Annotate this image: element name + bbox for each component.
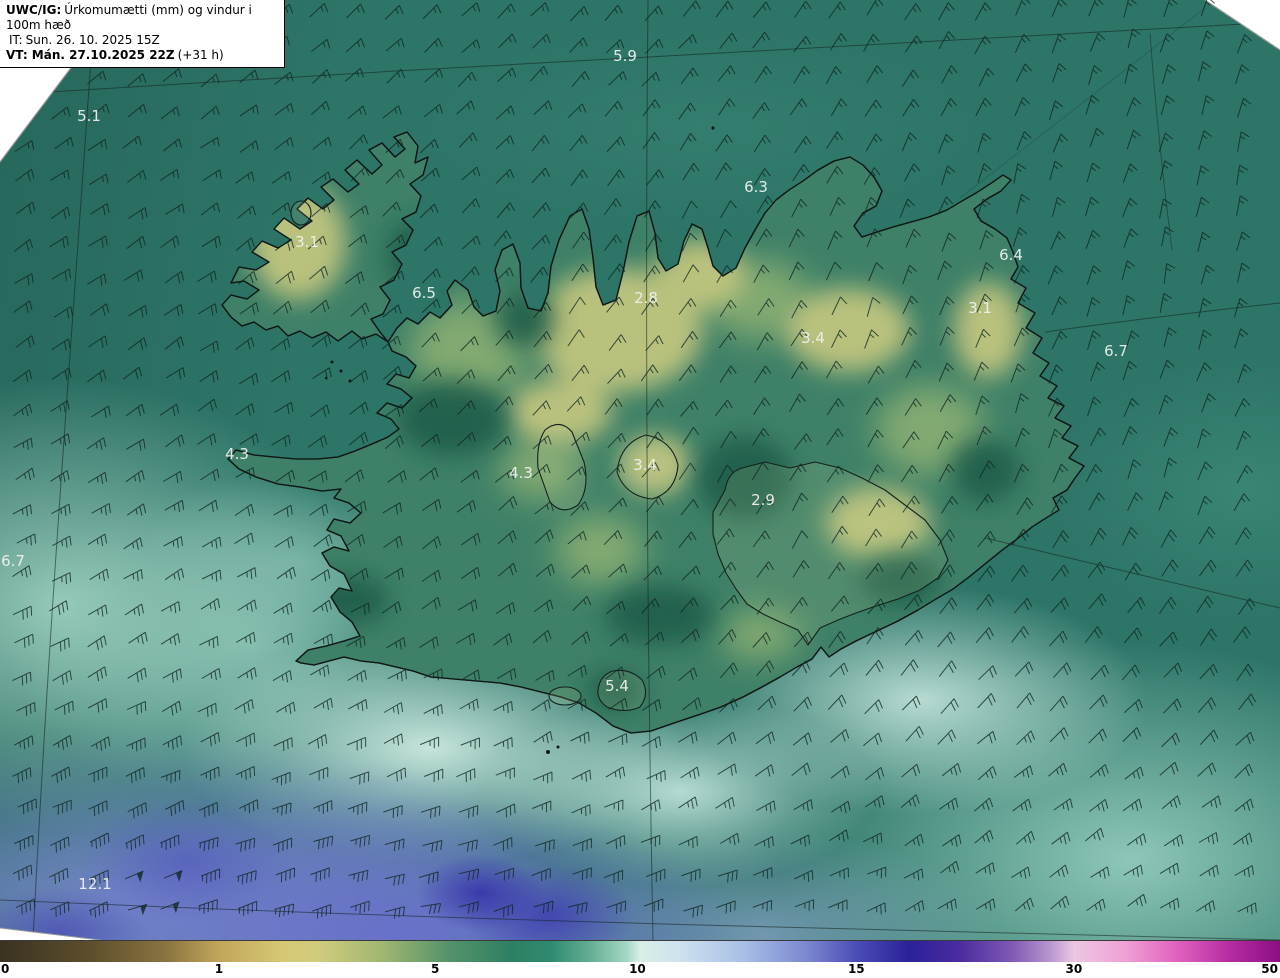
contour-value-label: 5.9 [613, 47, 637, 65]
contour-value-label: 5.1 [77, 107, 101, 125]
colorbar-tick-label: 0 [1, 962, 10, 976]
wind-barb-pennants [136, 870, 183, 916]
lead-time: (+31 h) [177, 48, 224, 62]
contour-value-label: 6.4 [999, 246, 1023, 264]
contour-value-label: 3.4 [633, 456, 657, 474]
contour-value-label: 6.7 [1, 552, 25, 570]
map-canvas: 5.9 5.1 3.1 6.3 6.4 6.5 2.8 3.4 3.1 6.7 4.3 4.3 3.4 2… [0, 0, 1280, 940]
product-id: UWC/IG: [6, 3, 62, 17]
colorbar-tick-label: 30 [1065, 962, 1083, 976]
contour-value-label: 6.7 [1104, 342, 1128, 360]
colorbar-tick-labels: 0 1 5 10 15 30 50 [0, 962, 1280, 978]
iceland-landmass [221, 126, 1085, 754]
product-title-line: UWC/IG: Úrkomumætti (mm) og vindur i 100m… [6, 3, 278, 33]
init-label: IT: [9, 33, 23, 47]
init-time: Sun. 26. 10. 2025 15Z [25, 33, 160, 47]
init-time-line: IT: Sun. 26. 10. 2025 15Z [6, 33, 278, 48]
colorbar-tick-label: 50 [1261, 962, 1278, 976]
contour-value-label: 4.3 [225, 445, 249, 463]
colorbar-tick-label: 10 [629, 962, 646, 976]
colorbar: 0 1 5 10 15 30 50 [0, 940, 1280, 978]
weather-map-product: 5.9 5.1 3.1 6.3 6.4 6.5 2.8 3.4 3.1 6.7 4.3 4.3 3.4 2… [0, 0, 1280, 978]
contour-value-label: 3.1 [968, 299, 992, 317]
colorbar-tick-label: 1 [214, 962, 224, 976]
contour-value-label: 2.8 [634, 289, 658, 307]
colorbar-gradient [0, 940, 1280, 962]
contour-value-label: 4.3 [509, 464, 533, 482]
contour-value-label: 2.9 [751, 491, 775, 509]
contour-value-label: 3.4 [801, 329, 825, 347]
contour-value-label: 5.4 [605, 677, 629, 695]
valid-time-line: VT: Mán. 27.10.2025 22Z (+31 h) [6, 48, 278, 63]
contour-value-label: 3.1 [295, 233, 319, 251]
contour-value-label: 6.3 [744, 178, 768, 196]
valid-time: VT: Mán. 27.10.2025 22Z [6, 48, 175, 62]
colorbar-tick-label: 15 [847, 962, 865, 976]
contour-value-label: 12.1 [78, 875, 111, 893]
title-box: UWC/IG: Úrkomumætti (mm) og vindur i 100m… [0, 0, 285, 68]
colorbar-tick-label: 5 [431, 962, 440, 976]
contour-value-label: 6.5 [412, 284, 436, 302]
